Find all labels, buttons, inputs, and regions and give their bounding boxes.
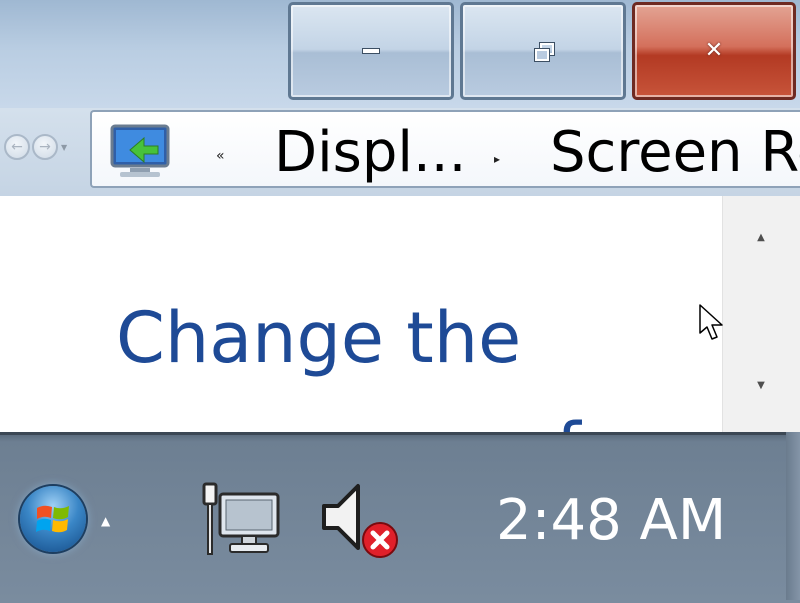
scroll-down-arrow-icon[interactable]: ▼ (753, 380, 769, 392)
restore-icon (533, 42, 555, 62)
show-desktop-button[interactable] (786, 432, 800, 600)
windows-start-orb-icon[interactable] (20, 486, 86, 552)
breadcrumb-display[interactable]: Displ... (274, 122, 466, 184)
close-icon: ✕ (704, 38, 724, 63)
chevron-down-icon[interactable]: ▼ (61, 143, 67, 152)
breadcrumb-screen-resolution[interactable]: Screen Re (550, 122, 800, 184)
address-bar[interactable]: « Displ... ▸ Screen Re (90, 110, 800, 188)
vertical-scrollbar[interactable]: ▲ ▼ (722, 196, 800, 432)
page-title-continuation: f (556, 414, 581, 432)
breadcrumb-separator-arrow-icon[interactable]: ▸ (494, 152, 500, 166)
back-button[interactable]: ← (4, 134, 30, 160)
scroll-up-arrow-icon[interactable]: ▲ (753, 232, 769, 244)
page-title: Change the (116, 297, 522, 379)
network-icon[interactable] (198, 480, 284, 558)
forward-button[interactable]: → (32, 134, 58, 160)
show-hidden-icons-arrow-icon[interactable]: ▲ (101, 514, 110, 528)
minimize-button[interactable] (288, 2, 454, 100)
volume-muted-icon[interactable] (318, 478, 402, 562)
mouse-cursor-icon (699, 304, 723, 340)
content-pane: Change the f (0, 196, 722, 432)
address-overflow-chevron[interactable]: « (216, 148, 225, 164)
display-control-panel-icon (110, 124, 170, 177)
restore-button[interactable] (460, 2, 626, 100)
forward-arrow-icon: → (39, 139, 51, 155)
back-arrow-icon: ← (11, 139, 23, 155)
minimize-icon (362, 48, 380, 54)
history-buttons: ← → ▼ (4, 134, 67, 160)
clock[interactable]: 2:48 AM (496, 490, 726, 552)
windows-logo-icon (36, 505, 69, 533)
close-button[interactable]: ✕ (632, 2, 796, 100)
